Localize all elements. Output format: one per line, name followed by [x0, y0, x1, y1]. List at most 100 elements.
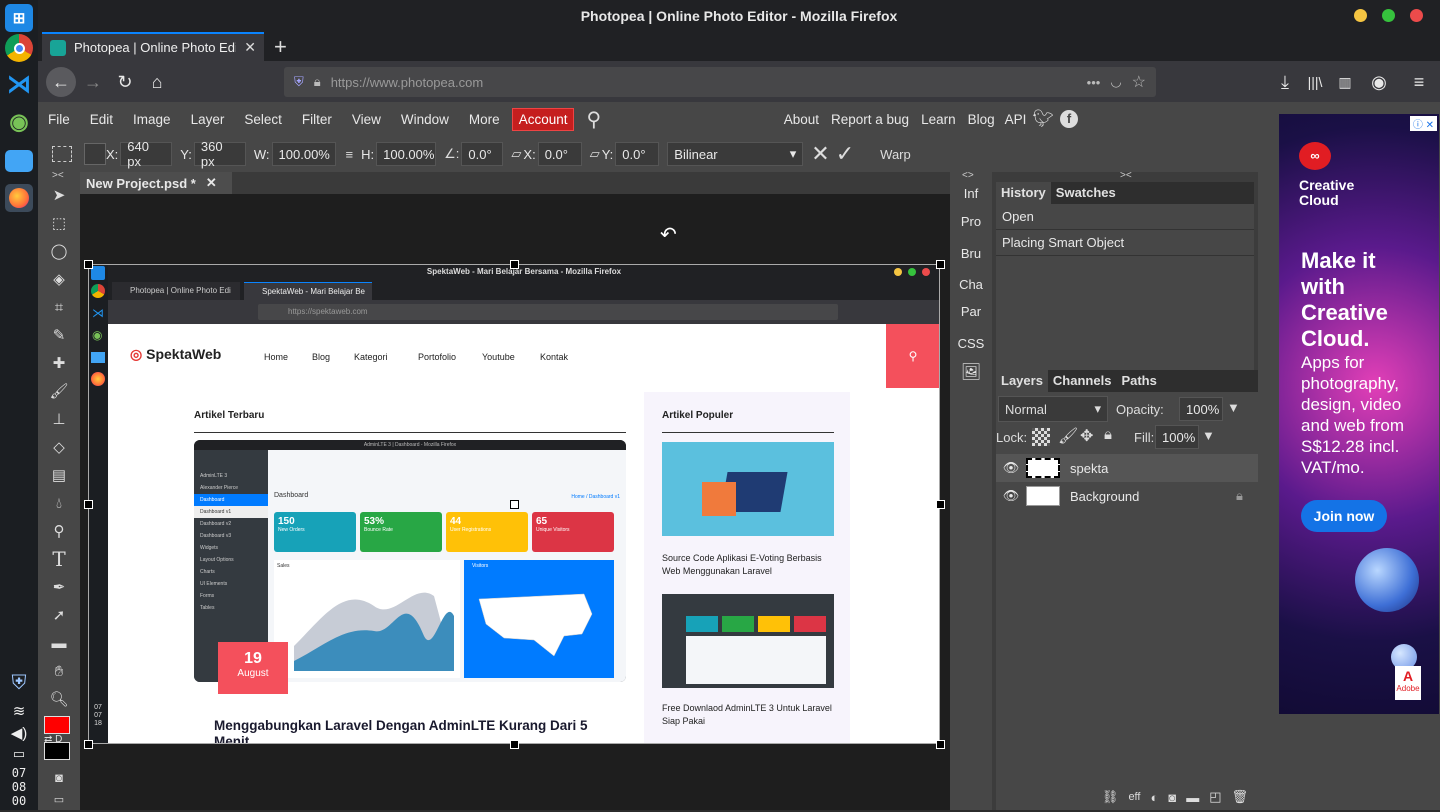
close-document-icon[interactable]: ✕ — [206, 175, 217, 191]
fill-arrow-icon[interactable]: ▼ — [1202, 428, 1215, 443]
fill-field[interactable]: 100% — [1155, 425, 1199, 449]
panel-info-button[interactable]: Inf — [954, 186, 988, 201]
angle-field[interactable]: 0.0° — [461, 142, 504, 166]
lock-position-icon[interactable]: ✥ — [1080, 426, 1093, 446]
minimize-button[interactable] — [1354, 9, 1367, 22]
skew-y-field[interactable]: 0.0° — [615, 142, 660, 166]
menu-more[interactable]: More — [459, 112, 510, 127]
collapse-tools-icon[interactable]: >< — [52, 170, 64, 181]
pen-tool-icon[interactable]: ✒ — [46, 574, 72, 600]
transform-pivot-point[interactable] — [510, 500, 519, 509]
delete-layer-icon[interactable]: 🗑︎ — [1231, 789, 1248, 805]
volume-icon[interactable]: ◀) — [0, 724, 38, 742]
menu-image[interactable]: Image — [123, 112, 181, 127]
menu-layer[interactable]: Layer — [181, 112, 235, 127]
shield-icon[interactable]: ⛨ — [0, 672, 38, 695]
close-tab-icon[interactable]: ✕ — [244, 39, 256, 56]
shape-tool-icon[interactable]: ▬ — [46, 630, 72, 656]
transform-handle-bottom-right[interactable] — [936, 740, 945, 749]
crop-tool-icon[interactable]: ⌗ — [46, 294, 72, 320]
menu-learn[interactable]: Learn — [915, 112, 962, 127]
menu-select[interactable]: Select — [234, 112, 292, 127]
healing-tool-icon[interactable]: ✚ — [46, 350, 72, 376]
wifi-icon[interactable]: ≋ — [0, 702, 38, 720]
transform-handle-top[interactable] — [510, 260, 519, 269]
close-button[interactable] — [1410, 9, 1423, 22]
panel-properties-button[interactable]: Pro — [954, 214, 988, 229]
hand-tool-icon[interactable]: ✋︎ — [46, 658, 72, 684]
transform-handle-right[interactable] — [936, 500, 945, 509]
downloads-icon[interactable]: ⤓ — [1272, 69, 1298, 95]
screen-mode-icon[interactable]: ▭ — [46, 786, 72, 812]
maximize-button[interactable] — [1382, 9, 1395, 22]
commit-transform-icon[interactable]: ✓ — [836, 141, 854, 167]
visibility-eye-icon[interactable]: 👁︎ — [996, 488, 1026, 504]
visibility-eye-icon[interactable]: 👁︎ — [996, 460, 1026, 476]
transform-handle-top-left[interactable] — [84, 260, 93, 269]
menu-view[interactable]: View — [342, 112, 391, 127]
tab-swatches[interactable]: Swatches — [1051, 182, 1121, 204]
panel-paragraph-button[interactable]: Par — [954, 304, 988, 319]
expand-panels-icon[interactable]: <> — [962, 170, 974, 181]
type-tool-icon[interactable]: T — [46, 546, 72, 572]
eraser-tool-icon[interactable]: ◇ — [46, 434, 72, 460]
menu-api[interactable]: API — [1001, 112, 1031, 127]
transform-handle-left[interactable] — [84, 500, 93, 509]
interpolation-select[interactable]: Bilinear ▾ — [667, 142, 804, 166]
twitter-icon[interactable]: 🐦︎ — [1032, 109, 1054, 129]
marquee-tool-icon[interactable]: ⬚ — [46, 210, 72, 236]
tracking-shield-icon[interactable]: ⛨ — [294, 74, 304, 90]
brush-tool-icon[interactable]: 🖌︎ — [46, 378, 72, 404]
warp-button[interactable]: Warp — [880, 147, 911, 162]
skew-x-field[interactable]: 0.0° — [537, 142, 582, 166]
blend-mode-select[interactable]: Normal ▾ — [998, 396, 1108, 422]
panel-character-button[interactable]: Cha — [954, 277, 988, 292]
sidebar-icon[interactable]: ▥ — [1332, 69, 1358, 95]
page-actions-icon[interactable]: ••• — [1087, 75, 1101, 90]
lock-transparency-icon[interactable] — [1032, 428, 1050, 446]
h-field[interactable]: 100.00% — [376, 142, 437, 166]
panel-image-icon[interactable]: 🖼︎ — [954, 362, 988, 382]
eyedropper-tool-icon[interactable]: ✎ — [46, 322, 72, 348]
layer-mask-icon[interactable]: ◙ — [1168, 790, 1176, 805]
search-icon[interactable]: ⚲ — [586, 107, 601, 132]
back-icon[interactable]: ← — [46, 67, 76, 97]
menu-report-bug[interactable]: Report a bug — [825, 112, 915, 127]
zoom-tool-icon[interactable]: 🔍︎ — [46, 686, 72, 712]
tab-history[interactable]: History — [996, 182, 1051, 204]
x-field[interactable]: 640 px — [120, 139, 173, 169]
transform-select-icon[interactable] — [52, 146, 72, 162]
reload-icon[interactable]: ↻ — [112, 69, 138, 95]
path-select-tool-icon[interactable]: ➚ — [46, 602, 72, 628]
firefox-icon[interactable] — [5, 184, 33, 212]
collapse-panels-icon[interactable]: >< — [1120, 170, 1132, 181]
gradient-tool-icon[interactable]: ▤ — [46, 462, 72, 488]
account-icon[interactable]: ◉ — [1366, 69, 1392, 95]
lock-pixels-icon[interactable]: 🖌︎ — [1058, 426, 1078, 446]
quick-select-tool-icon[interactable]: ◈ — [46, 266, 72, 292]
bookmark-star-icon[interactable]: ☆ — [1132, 72, 1146, 92]
transform-handle-top-right[interactable] — [936, 260, 945, 269]
layer-effects-button[interactable]: eff — [1128, 791, 1140, 803]
transform-handle-bottom[interactable] — [510, 740, 519, 749]
panel-css-button[interactable]: CSS — [954, 336, 988, 351]
blur-tool-icon[interactable]: 💧︎ — [46, 490, 72, 516]
menu-filter[interactable]: Filter — [292, 112, 342, 127]
lasso-tool-icon[interactable]: ◯ — [46, 238, 72, 264]
android-studio-icon[interactable]: ◉ — [5, 108, 33, 136]
dodge-tool-icon[interactable]: ⚲ — [46, 518, 72, 544]
new-layer-icon[interactable]: ◰ — [1209, 789, 1221, 805]
chrome-icon[interactable] — [5, 34, 33, 62]
menu-file[interactable]: File — [38, 112, 80, 127]
new-group-icon[interactable]: ▬ — [1186, 790, 1199, 805]
battery-icon[interactable]: ▭ — [0, 746, 38, 762]
vscode-icon[interactable]: ⋊ — [5, 70, 33, 98]
move-tool-icon[interactable]: ➤ — [46, 182, 72, 208]
canvas-area[interactable]: ↶ ⋊ ◉ 07 07 18 SpektaWeb - Mari Belajar Be… — [80, 194, 950, 810]
tab-paths[interactable]: Paths — [1116, 370, 1161, 392]
opacity-field[interactable]: 100% — [1179, 397, 1223, 421]
ad-choices-icon[interactable]: ⓘ ✕ — [1409, 116, 1437, 131]
new-tab-icon[interactable]: + — [274, 34, 287, 60]
link-layers-icon[interactable]: ⛓ — [1102, 789, 1119, 805]
menu-window[interactable]: Window — [391, 112, 459, 127]
